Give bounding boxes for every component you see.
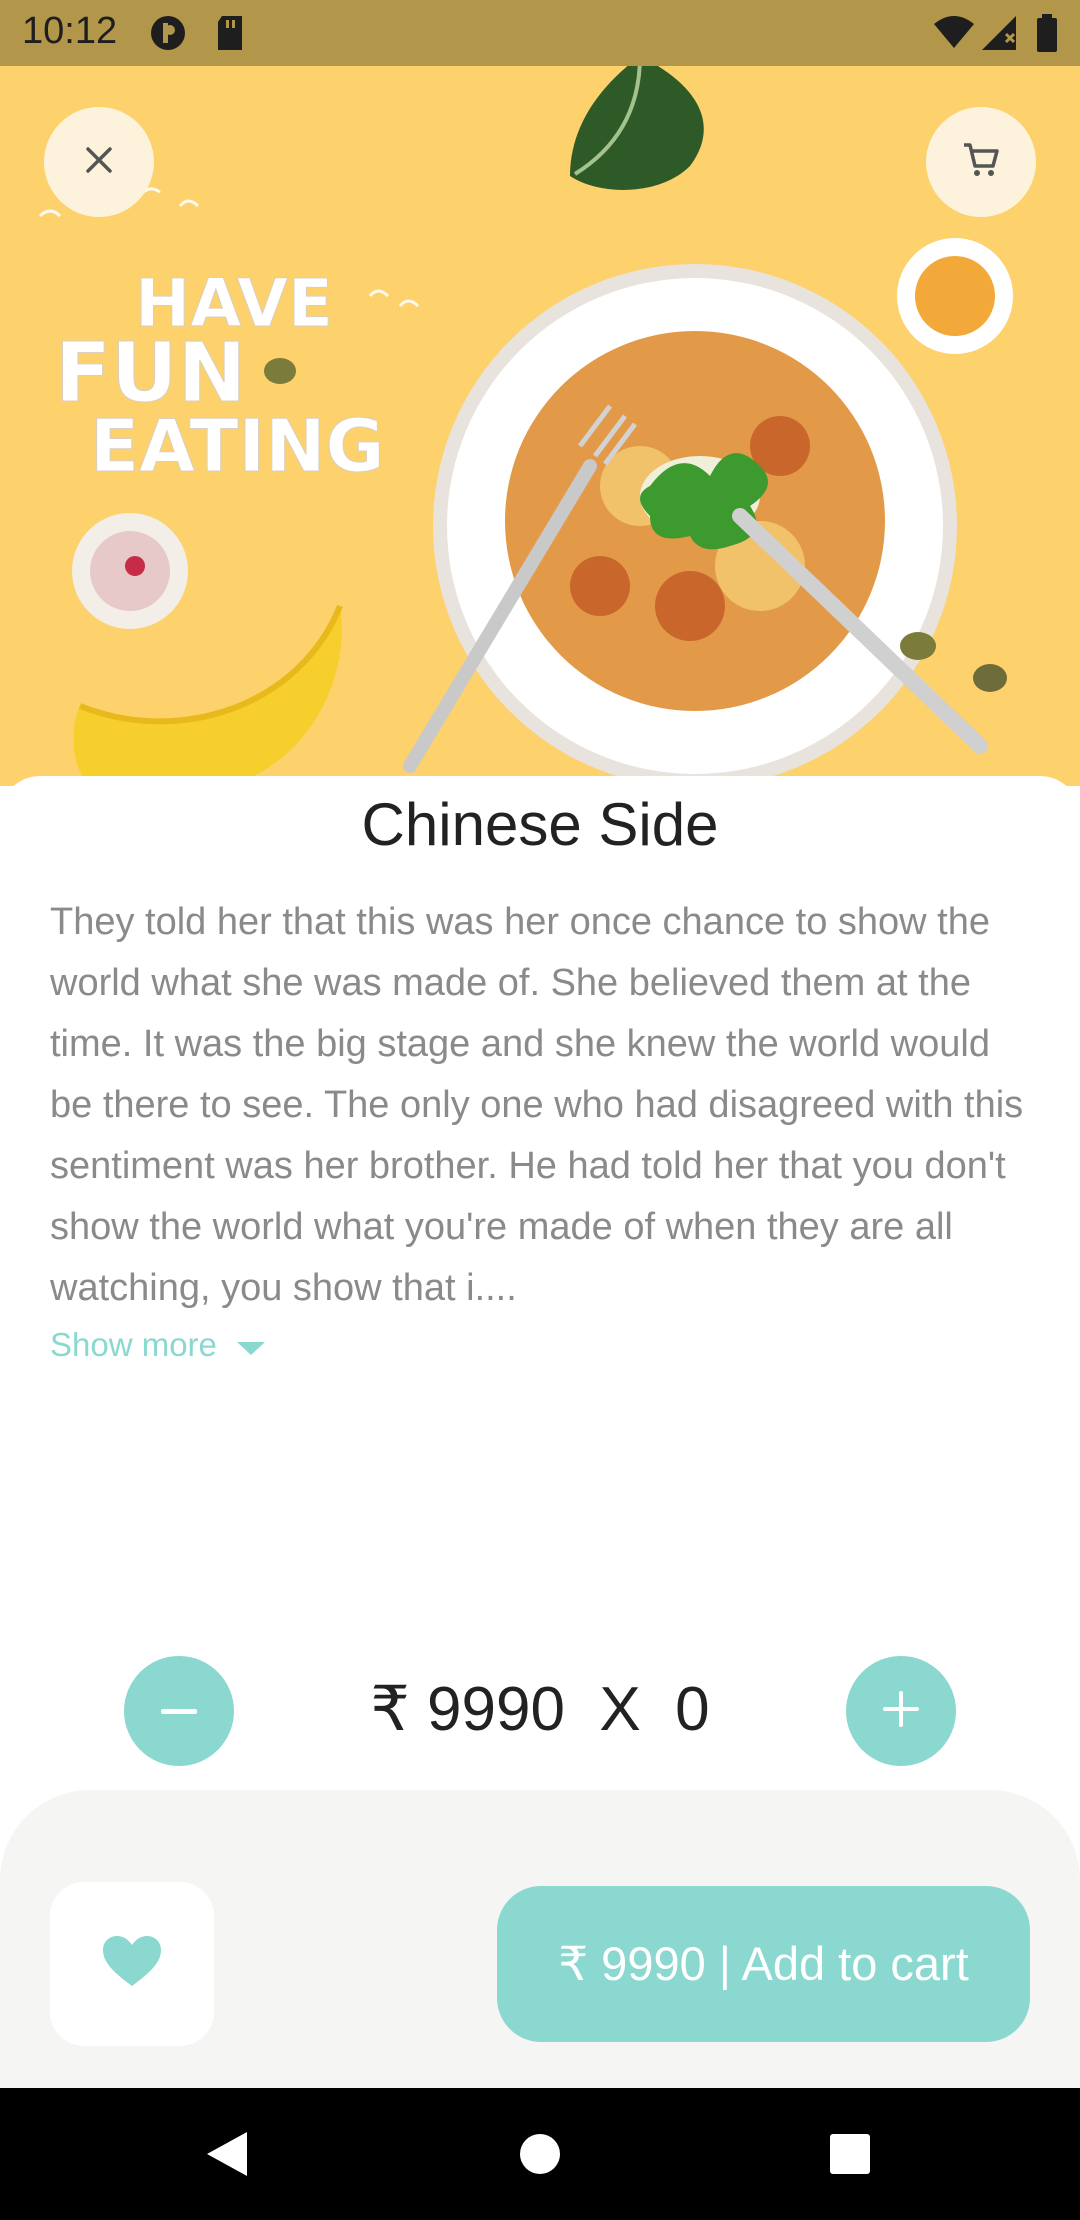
favorite-button[interactable]: [50, 1882, 214, 2046]
plus-icon: [881, 1689, 921, 1734]
home-icon: [520, 2134, 560, 2174]
food-illustration: HAVE FUN EATING: [38, 66, 1013, 786]
show-more-link[interactable]: Show more: [50, 1326, 265, 1364]
app-status-icon: [148, 14, 188, 57]
chevron-down-icon: [236, 1326, 265, 1364]
back-icon: [207, 2132, 247, 2176]
status-time: 10:12: [22, 10, 118, 52]
recents-icon: [830, 2134, 870, 2174]
product-description: They told her that this was her once cha…: [50, 901, 1024, 1309]
cart-button[interactable]: [926, 107, 1036, 217]
nav-home-button[interactable]: [480, 2088, 600, 2220]
product-title: Chinese Side: [361, 791, 719, 858]
navigation-bar: [0, 2088, 1080, 2220]
close-icon: [84, 145, 114, 180]
wifi-icon: [932, 14, 976, 55]
nav-recents-button[interactable]: [790, 2088, 910, 2220]
status-bar: 10:12: [0, 0, 1080, 66]
banner-text-3: EATING: [90, 404, 385, 488]
cell-signal-icon: [980, 14, 1020, 57]
close-button[interactable]: [44, 107, 154, 217]
show-more-label: Show more: [50, 1326, 217, 1363]
increase-quantity-button[interactable]: [846, 1656, 956, 1766]
battery-icon: [1036, 14, 1058, 57]
shopping-cart-icon: [961, 140, 1001, 185]
sd-card-icon: [214, 14, 246, 57]
nav-back-button[interactable]: [167, 2088, 287, 2220]
hero-food-image: HAVE FUN EATING: [0, 66, 1080, 786]
add-to-cart-button[interactable]: ₹ 9990 | Add to cart: [497, 1886, 1030, 2042]
heart-icon: [103, 1935, 161, 1993]
